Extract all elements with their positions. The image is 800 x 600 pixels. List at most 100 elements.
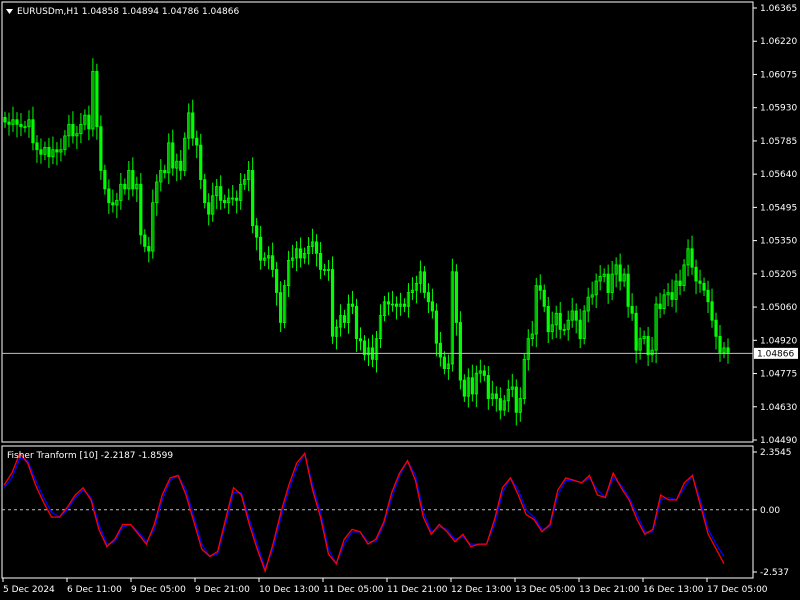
candle-body [634,312,638,351]
candle-body [271,255,275,270]
price-tick-label: 1.05205 [760,270,797,280]
fisher-pane[interactable]: 2.3545 0.00 -2.537 Fisher Tranform [10] -2… [1,445,792,579]
candle-body [470,377,474,395]
candle-body [658,303,662,310]
candle-body [546,305,550,333]
candle-body [199,144,203,181]
time-tick-label: 13 Dec 21:00 [579,585,640,595]
candle-body [330,269,335,337]
time-tick-label: 5 Dec 2024 [3,585,55,595]
candle-body [646,335,650,356]
fisher-pane-title: Fisher Tranform [10] -2.2187 -1.8599 [7,451,173,461]
candle-body [430,301,435,312]
candle-body [574,310,578,321]
candle-body [694,266,698,282]
candle-body [718,335,722,353]
candle-body [31,119,35,144]
candle-body [606,273,610,293]
price-pane[interactable]: 1.06365 1.06220 1.06075 1.05930 1.05785 1.056… [1,1,798,446]
candle-body [514,386,518,413]
time-tick-label: 13 Dec 05:00 [515,585,576,595]
candle-body [103,170,107,190]
candle-body [7,121,11,125]
candle-body [342,315,347,323]
candles-group [3,58,730,426]
current-price-tag: 1.04866 [754,347,798,359]
price-tick-label: 1.04775 [760,370,797,380]
candle-body [402,303,407,307]
price-pane-title: EURUSDm,H1 1.04858 1.04894 1.04786 1.048… [17,7,239,17]
candle-body [442,356,446,369]
candle-body [538,285,542,291]
candle-body [454,271,458,323]
candle-body [298,248,303,259]
candle-body [426,292,431,303]
price-tick-label: 1.05640 [760,170,797,180]
candle-body [99,126,103,171]
candle-body [350,303,355,307]
candle-body [191,112,195,139]
candle-body [179,160,183,171]
price-tick-label: 1.05930 [760,104,797,114]
candle-body [578,319,582,340]
candle-body [386,301,391,305]
candle-body [438,342,442,358]
fisher-tick-label: -2.537 [760,568,789,578]
fisher-axis: 2.3545 0.00 -2.537 [753,448,792,578]
candle-body [251,170,255,227]
price-tick-label: 1.06220 [760,37,797,47]
time-axis: 5 Dec 2024 6 Dec 11:00 9 Dec 05:00 9 Dec 21… [2,578,768,595]
candle-body [486,375,490,399]
candle-body [626,273,630,307]
candle-body [35,142,39,151]
candle-body [726,347,730,353]
price-pane-frame [1,1,754,443]
candle-body [71,123,75,137]
fisher-pane-frame [1,445,754,579]
price-tick-label: 1.05060 [760,303,797,313]
candle-body [55,149,59,153]
time-tick-label: 6 Dec 11:00 [67,585,122,595]
price-tick-label: 1.04920 [760,336,797,346]
candle-body [171,142,175,169]
candle-body [259,236,263,261]
price-tick-label: 1.04490 [760,436,797,446]
candle-body [394,303,399,307]
time-tick-label: 12 Dec 13:00 [451,585,512,595]
time-tick-label: 10 Dec 13:00 [259,585,320,595]
price-tick-label: 1.04630 [760,403,797,413]
candle-body [678,280,682,287]
fisher-tick-label: 0.00 [760,506,780,516]
price-tick-label: 1.06075 [760,70,797,80]
candle-body [95,70,99,128]
candle-body [698,280,702,284]
price-axis: 1.06365 1.06220 1.06075 1.05930 1.05785 1.056… [753,4,797,446]
candle-body [630,305,634,314]
candle-body [542,289,546,307]
candle-body [163,170,167,174]
fisher-signal-line [3,451,725,571]
triangle-down-icon[interactable] [6,9,13,14]
candle-body [618,264,622,282]
candle-body [354,305,359,340]
price-tick-label: 1.05350 [760,237,797,247]
candle-body [235,197,239,201]
candle-body [702,282,706,291]
candle-body [19,123,23,128]
chart-canvas: 1.06365 1.06220 1.06075 1.05930 1.05785 1.056… [1,1,798,595]
candle-body [131,170,135,190]
fisher-tick-label: 2.3545 [760,448,792,458]
candle-body [422,271,427,293]
price-tick-label: 1.05495 [760,203,797,213]
candle-body [107,188,111,204]
candle-body [458,322,462,381]
current-price-label: 1.04866 [757,349,794,359]
candle-body [203,179,207,204]
candle-body [47,146,51,158]
candle-body [462,379,466,397]
candle-body [223,199,227,204]
candle-body [362,340,367,356]
time-tick-label: 16 Dec 13:00 [643,585,704,595]
candle-body [690,248,694,268]
candle-body [318,252,323,270]
